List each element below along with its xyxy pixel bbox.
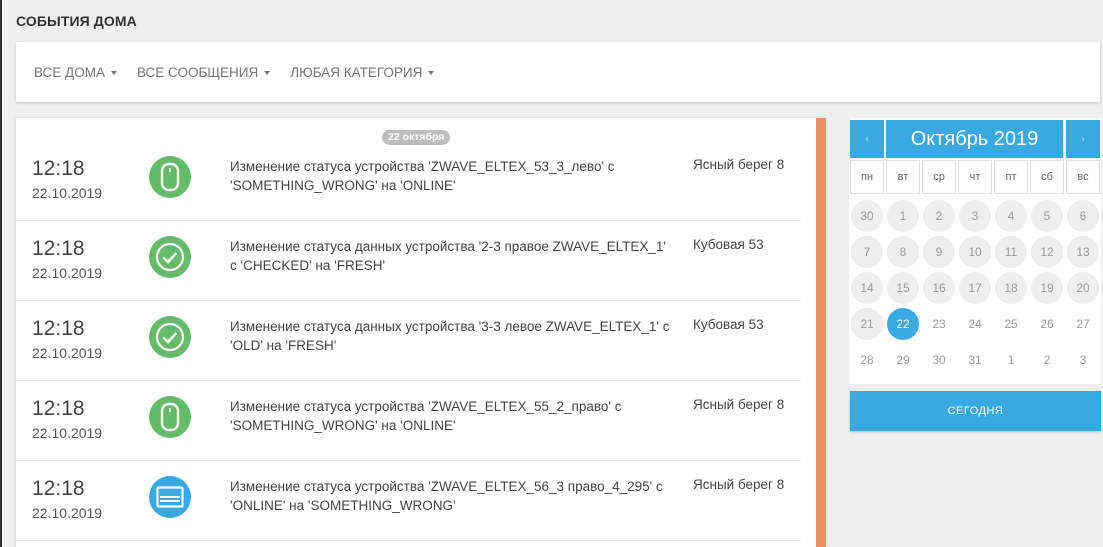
- calendar-day[interactable]: 3: [959, 200, 991, 232]
- event-location: Кубовая 53: [693, 237, 764, 252]
- filter-messages-label: ВСЕ СООБЩЕНИЯ: [136, 64, 259, 80]
- event-date: 22.10.2019: [32, 345, 103, 361]
- weekday-header: ср: [922, 160, 956, 194]
- filter-category-label: ЛЮБАЯ КАТЕГОРИЯ: [290, 64, 423, 80]
- calendar-day[interactable]: 18: [995, 272, 1027, 304]
- weekday-header: чт: [958, 160, 992, 194]
- device-tag-icon: [149, 396, 191, 438]
- calendar-day[interactable]: 2: [1031, 344, 1063, 376]
- calendar-day[interactable]: 24: [959, 308, 991, 340]
- calendar-day[interactable]: 15: [887, 272, 919, 304]
- filter-bar: ВСЕ ДОМА ВСЕ СООБЩЕНИЯ ЛЮБАЯ КАТЕГОРИЯ: [16, 42, 1100, 102]
- calendar-day[interactable]: 7: [851, 236, 883, 268]
- event-description: Изменение статуса устройства 'ZWAVE_ELTE…: [230, 479, 663, 513]
- filter-category-dropdown[interactable]: ЛЮБАЯ КАТЕГОРИЯ: [290, 64, 435, 80]
- event-location: Ясный берег 8: [693, 477, 785, 492]
- event-row[interactable]: 12:18 22.10.2019 Изменение статуса устройс…: [16, 140, 801, 221]
- event-time: 12:18: [32, 397, 85, 420]
- calendar-day[interactable]: 4: [995, 200, 1027, 232]
- window-left-border: [0, 0, 2, 547]
- calendar-next-button[interactable]: ›: [1066, 120, 1100, 158]
- weekday-header: вс: [1066, 160, 1100, 194]
- caret-down-icon: [428, 70, 435, 75]
- window-icon: [149, 476, 191, 518]
- check-circle-icon: [149, 236, 191, 278]
- calendar-day[interactable]: 12: [1031, 236, 1063, 268]
- calendar-day[interactable]: 13: [1067, 236, 1099, 268]
- weekday-header: вт: [886, 160, 920, 194]
- event-time: 12:18: [32, 237, 85, 260]
- calendar-header: ‹ Октябрь 2019 ›: [849, 118, 1101, 158]
- calendar-day[interactable]: 8: [887, 236, 919, 268]
- calendar-day[interactable]: 14: [851, 272, 883, 304]
- page-title: СОБЫТИЯ ДОМА: [16, 13, 137, 29]
- event-description: Изменение статуса данных устройства '3-3…: [230, 319, 670, 353]
- event-description: Изменение статуса устройства 'ZWAVE_ELTE…: [230, 159, 615, 193]
- event-time: 12:18: [32, 317, 85, 340]
- event-location: Кубовая 53: [693, 317, 764, 332]
- calendar-day[interactable]: 28: [851, 344, 883, 376]
- event-date: 22.10.2019: [32, 185, 103, 201]
- calendar-day[interactable]: 5: [1031, 200, 1063, 232]
- calendar-day[interactable]: 9: [923, 236, 955, 268]
- today-button[interactable]: СЕГОДНЯ: [850, 391, 1101, 431]
- event-location: Ясный берег 8: [693, 157, 785, 172]
- calendar-day[interactable]: 30: [923, 344, 955, 376]
- calendar-day-selected[interactable]: 22: [887, 308, 919, 340]
- calendar-day[interactable]: 25: [995, 308, 1027, 340]
- event-row[interactable]: 12:18 22.10.2019 Изменение статуса устройс…: [16, 460, 801, 541]
- calendar-day[interactable]: 10: [959, 236, 991, 268]
- calendar-day[interactable]: 1: [887, 200, 919, 232]
- calendar-day[interactable]: 29: [887, 344, 919, 376]
- calendar-day[interactable]: 1: [995, 344, 1027, 376]
- calendar-day[interactable]: 6: [1067, 200, 1099, 232]
- calendar-day[interactable]: 26: [1031, 308, 1063, 340]
- calendar-day[interactable]: 11: [995, 236, 1027, 268]
- device-tag-icon: [149, 156, 191, 198]
- caret-down-icon: [264, 70, 271, 75]
- calendar-day[interactable]: 19: [1031, 272, 1063, 304]
- event-date: 22.10.2019: [32, 425, 103, 441]
- event-description: Изменение статуса устройства 'ZWAVE_ELTE…: [230, 399, 622, 433]
- events-list[interactable]: 22 октября 12:18 22.10.2019 Изменение стат…: [16, 118, 826, 547]
- weekday-header: пт: [994, 160, 1028, 194]
- event-location: Ясный берег 8: [693, 397, 785, 412]
- check-circle-icon: [149, 316, 191, 358]
- event-time: 12:18: [32, 157, 85, 180]
- calendar-day[interactable]: 2: [923, 200, 955, 232]
- weekday-header: пн: [850, 160, 884, 194]
- event-row[interactable]: 12:18 22.10.2019 Изменение статуса устройс…: [16, 380, 801, 461]
- event-row[interactable]: 12:18 22.10.2019 Изменение статуса данных …: [16, 220, 801, 301]
- calendar-day[interactable]: 27: [1067, 308, 1099, 340]
- calendar-day[interactable]: 3: [1067, 344, 1099, 376]
- calendar-day[interactable]: 20: [1067, 272, 1099, 304]
- calendar-day[interactable]: 16: [923, 272, 955, 304]
- calendar-month-title[interactable]: Октябрь 2019: [886, 120, 1063, 158]
- event-time: 12:18: [32, 477, 85, 500]
- calendar-day[interactable]: 31: [959, 344, 991, 376]
- filter-messages-dropdown[interactable]: ВСЕ СООБЩЕНИЯ: [136, 64, 271, 80]
- calendar-day[interactable]: 21: [851, 308, 883, 340]
- calendar-day[interactable]: 23: [923, 308, 955, 340]
- event-date: 22.10.2019: [32, 505, 103, 521]
- calendar-day[interactable]: 30: [851, 200, 883, 232]
- calendar-prev-button[interactable]: ‹: [850, 120, 884, 158]
- calendar-day[interactable]: 17: [959, 272, 991, 304]
- calendar: ‹ Октябрь 2019 › пн вт ср чт пт сб вс 30 1 2 3 4 5 6 7…: [849, 118, 1101, 384]
- weekday-header: сб: [1030, 160, 1064, 194]
- event-description: Изменение статуса данных устройства '2-3…: [230, 239, 666, 273]
- filter-homes-label: ВСЕ ДОМА: [34, 64, 105, 80]
- caret-down-icon: [110, 70, 117, 75]
- event-row[interactable]: 12:18 22.10.2019 Изменение статуса данных …: [16, 300, 801, 381]
- event-date: 22.10.2019: [32, 265, 103, 281]
- filter-homes-dropdown[interactable]: ВСЕ ДОМА: [34, 65, 117, 80]
